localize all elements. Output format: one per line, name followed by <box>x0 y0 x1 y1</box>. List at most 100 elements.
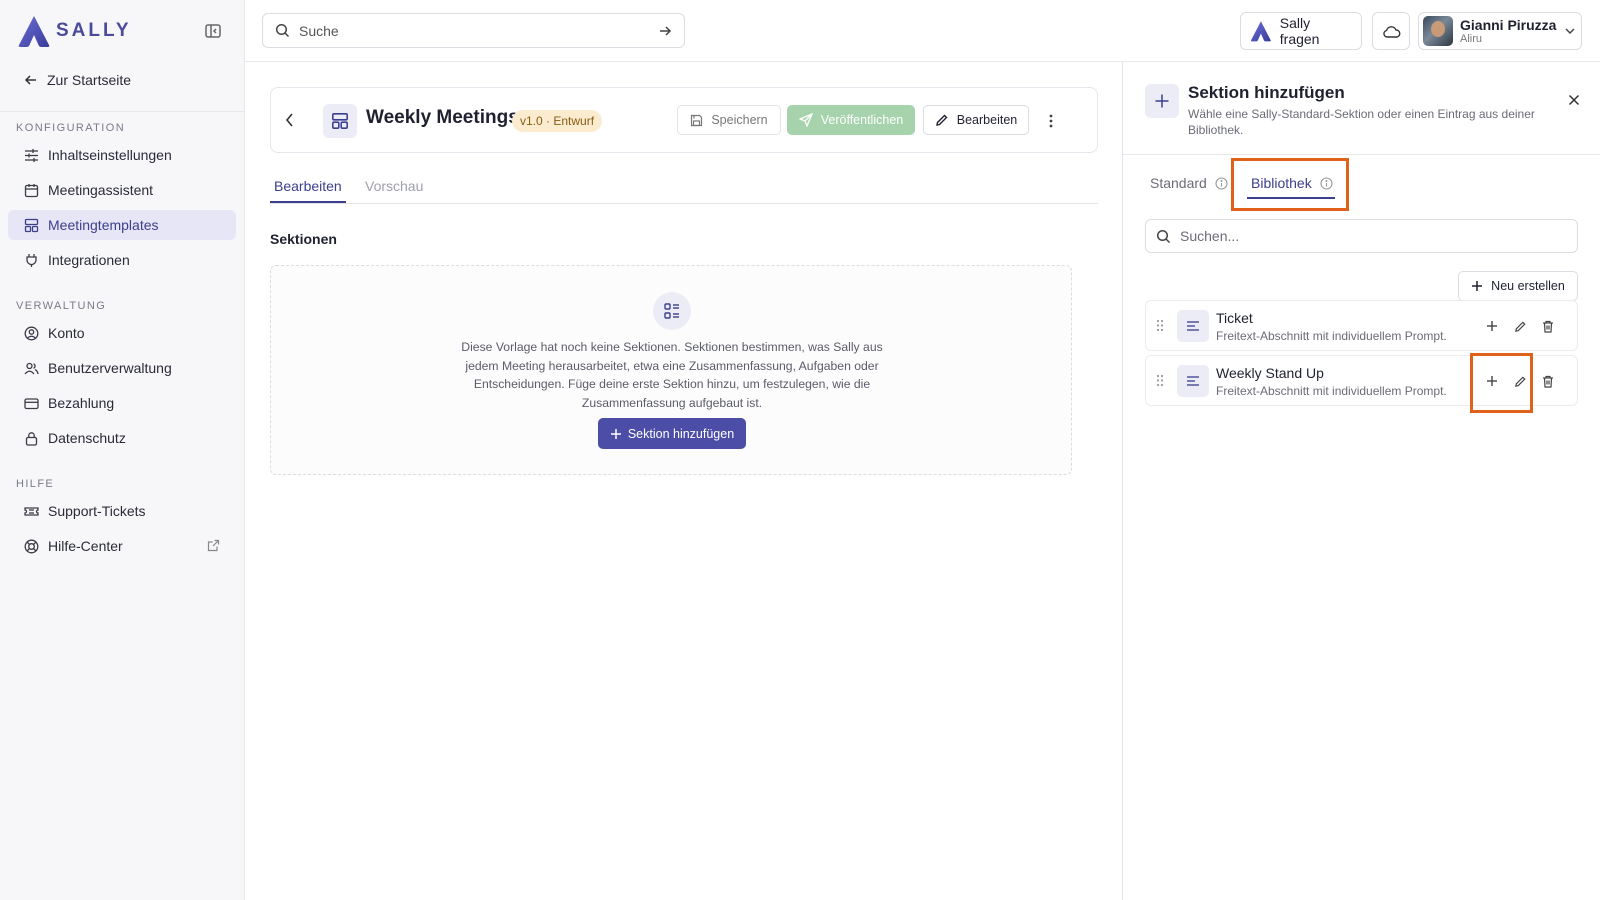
version-badge: v1.0 · Entwurf <box>512 110 603 132</box>
external-link-icon <box>207 539 220 552</box>
tab-bearbeiten[interactable]: Bearbeiten <box>270 178 346 203</box>
trash-icon <box>1543 320 1553 333</box>
search-placeholder: Suche <box>299 22 339 39</box>
more-vertical-icon <box>1049 114 1053 128</box>
sidebar-item-hilfe-center[interactable]: Hilfe-Center <box>8 531 236 561</box>
section-title-hilfe: HILFE <box>16 478 55 490</box>
avatar <box>1423 16 1453 46</box>
add-section-button[interactable]: Sektion hinzufügen <box>598 418 746 449</box>
list-icon <box>664 303 679 319</box>
edit-item-button[interactable] <box>1512 318 1528 334</box>
plus-icon <box>1155 94 1169 108</box>
delete-item-button[interactable] <box>1540 318 1556 334</box>
ask-sally-button[interactable]: Sally fragen <box>1240 12 1362 50</box>
layout-template-icon <box>24 218 39 232</box>
tab-vorschau[interactable]: Vorschau <box>365 178 423 194</box>
new-entry-button[interactable]: Neu erstellen <box>1458 271 1578 301</box>
library-item[interactable]: Weekly Stand Up Freitext-Abschnitt mit i… <box>1145 355 1578 406</box>
sidebar-item-label: Datenschutz <box>48 430 126 446</box>
pencil-icon <box>935 114 948 126</box>
library-search-input[interactable]: Suchen... <box>1145 219 1578 253</box>
text-align-left-icon <box>1187 321 1199 331</box>
plus-icon <box>1472 281 1483 291</box>
sidebar-item-label: Meetingtemplates <box>48 217 159 233</box>
sliders-icon <box>25 148 38 162</box>
plus-icon <box>1487 376 1497 386</box>
user-menu[interactable]: Gianni Piruzza Aliru <box>1418 12 1582 50</box>
add-item-button[interactable] <box>1484 373 1500 389</box>
back-chevron-icon[interactable] <box>283 111 297 129</box>
sidebar-collapse-icon[interactable] <box>204 22 222 40</box>
template-icon-box <box>323 104 357 138</box>
pencil-icon <box>1514 375 1526 387</box>
sections-heading: Sektionen <box>270 231 337 247</box>
home-link[interactable]: Zur Startseite <box>0 64 244 96</box>
sidebar: SALLY Zur Startseite KONFIGURATION Inhal… <box>0 0 245 900</box>
library-search-placeholder: Suchen... <box>1180 228 1240 244</box>
edit-label: Bearbeiten <box>956 113 1018 127</box>
empty-state-text: Diese Vorlage hat noch keine Sektionen. … <box>461 340 883 410</box>
edit-button[interactable]: Bearbeiten <box>923 105 1029 135</box>
sidebar-item-integrationen[interactable]: Integrationen <box>8 245 236 275</box>
tab-standard[interactable]: Standard <box>1150 175 1228 191</box>
drag-handle-icon[interactable] <box>1156 374 1164 387</box>
library-item-desc: Freitext-Abschnitt mit individuellem Pro… <box>1216 384 1447 398</box>
send-icon <box>798 113 813 127</box>
logo-text: SALLY <box>56 20 132 41</box>
sidebar-divider <box>0 111 244 112</box>
lock-icon <box>25 431 38 446</box>
pencil-icon <box>1514 320 1526 332</box>
credit-card-icon <box>24 397 39 409</box>
section-title-verwaltung: VERWALTUNG <box>16 300 107 312</box>
drag-handle-icon[interactable] <box>1156 319 1164 332</box>
calendar-icon <box>24 183 39 197</box>
user-org: Aliru <box>1460 32 1483 45</box>
publish-button[interactable]: Veröffentlichen <box>787 105 915 135</box>
save-label: Speichern <box>711 113 768 127</box>
sidebar-item-datenschutz[interactable]: Datenschutz <box>8 423 236 453</box>
empty-sections-state: Diese Vorlage hat noch keine Sektionen. … <box>270 265 1072 475</box>
tab-bibliothek-label: Bibliothek <box>1251 175 1312 191</box>
search-icon <box>1156 229 1171 243</box>
edit-item-button[interactable] <box>1512 373 1528 389</box>
sidebar-item-support-tickets[interactable]: Support-Tickets <box>8 496 236 526</box>
logo[interactable]: SALLY <box>0 0 244 62</box>
sidebar-item-bezahlung[interactable]: Bezahlung <box>8 388 236 418</box>
sidebar-item-inhaltseinstellungen[interactable]: Inhaltseinstellungen <box>8 140 236 170</box>
sidebar-item-label: Meetingassistent <box>48 182 154 198</box>
new-entry-label: Neu erstellen <box>1491 279 1565 293</box>
tab-bibliothek[interactable]: Bibliothek <box>1247 175 1335 199</box>
sidebar-item-label: Hilfe-Center <box>48 538 123 554</box>
cloud-sync-button[interactable] <box>1372 12 1410 50</box>
arrow-right-icon[interactable] <box>658 24 672 38</box>
sidebar-item-label: Inhaltseinstellungen <box>48 147 172 163</box>
sidebar-item-konto[interactable]: Konto <box>8 318 236 348</box>
panel-title: Sektion hinzufügen <box>1188 83 1345 102</box>
plus-icon <box>1487 321 1497 331</box>
sidebar-item-meetingassistent[interactable]: Meetingassistent <box>8 175 236 205</box>
plus-icon <box>610 428 621 439</box>
text-align-left-icon <box>1187 376 1199 386</box>
library-item[interactable]: Ticket Freitext-Abschnitt mit individuel… <box>1145 300 1578 351</box>
template-title: Weekly Meetings <box>366 107 519 128</box>
plug-icon <box>26 253 37 267</box>
close-icon[interactable] <box>1568 94 1580 106</box>
save-button[interactable]: Speichern <box>677 105 781 135</box>
delete-item-button[interactable] <box>1540 373 1556 389</box>
sidebar-item-label: Support-Tickets <box>48 503 146 519</box>
sidebar-item-label: Benutzerverwaltung <box>48 360 172 376</box>
sidebar-item-benutzerverwaltung[interactable]: Benutzerverwaltung <box>8 353 236 383</box>
sidebar-item-label: Integrationen <box>48 252 130 268</box>
panel-plus-icon-box <box>1145 84 1179 118</box>
more-options-button[interactable] <box>1041 109 1061 133</box>
sidebar-item-meetingtemplates[interactable]: Meetingtemplates <box>8 210 236 240</box>
lifebuoy-icon <box>24 539 39 553</box>
save-icon <box>691 114 703 126</box>
chevron-down-icon <box>1565 28 1575 35</box>
tab-standard-label: Standard <box>1150 175 1207 191</box>
add-section-label: Sektion hinzufügen <box>627 426 735 441</box>
search-icon <box>275 23 290 38</box>
add-item-button[interactable] <box>1484 318 1500 334</box>
global-search-input[interactable]: Suche <box>262 13 685 48</box>
home-link-label: Zur Startseite <box>47 72 132 88</box>
